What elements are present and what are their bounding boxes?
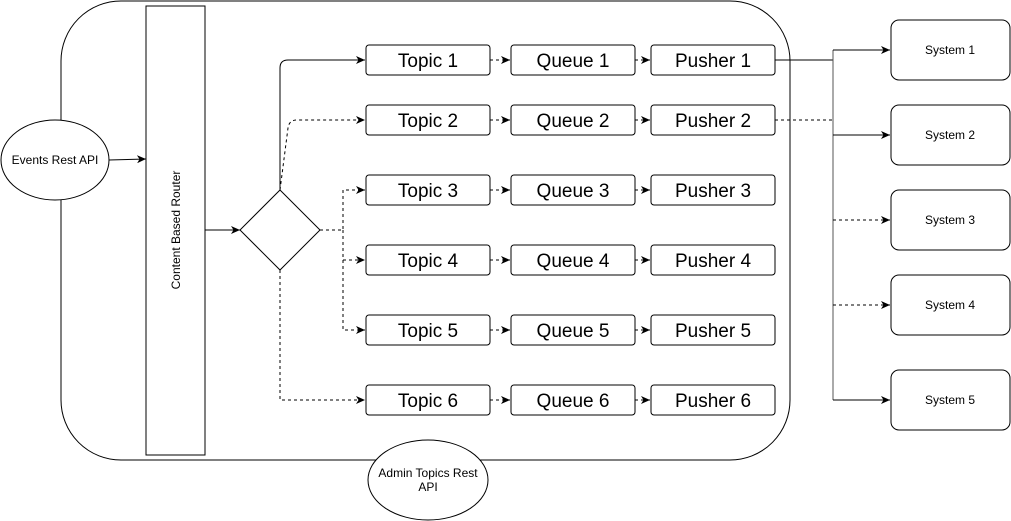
admin-api-label-line1: Admin Topics Rest <box>378 466 478 480</box>
topic-label: Topic 4 <box>398 251 459 272</box>
queue-label: Queue 6 <box>537 391 610 412</box>
pipeline-row-6: Topic 6 Queue 6 Pusher 6 <box>365 384 776 416</box>
queue-label: Queue 3 <box>537 181 610 202</box>
topic-label: Topic 3 <box>398 181 458 202</box>
queue-label: Queue 1 <box>537 51 610 72</box>
queue-label: Queue 4 <box>537 251 610 272</box>
pipeline-row-5: Topic 5 Queue 5 Pusher 5 <box>365 314 776 346</box>
route-topic-2 <box>279 116 365 191</box>
pusher-label: Pusher 3 <box>675 181 751 202</box>
admin-api-label-line2: API <box>418 480 437 494</box>
route-topic-6 <box>279 270 365 404</box>
system-1-label: System 1 <box>925 43 975 57</box>
pipeline-row-1: Topic 1 Queue 1 Pusher 1 <box>365 44 776 76</box>
pipeline-rows: Topic 1 Queue 1 Pusher 1 Topic 2 Queue 2… <box>365 44 776 416</box>
system-2-label: System 2 <box>925 128 975 142</box>
pusher-label: Pusher 5 <box>675 321 751 342</box>
topic-label: Topic 2 <box>398 111 458 132</box>
routing-decision[interactable] <box>239 189 321 271</box>
topic-label: Topic 5 <box>398 321 458 342</box>
system-3-label: System 3 <box>925 213 975 227</box>
router-label: Content Based Router <box>169 171 183 290</box>
route-topic-4 <box>342 230 365 264</box>
system-4-label: System 4 <box>925 298 975 312</box>
pusher-label: Pusher 4 <box>675 251 751 272</box>
topic-label: Topic 1 <box>398 51 458 72</box>
queue-label: Queue 5 <box>537 321 610 342</box>
route-topic-1 <box>279 56 365 190</box>
topic-label: Topic 6 <box>398 391 458 412</box>
route-topic-3 <box>320 186 365 231</box>
queue-label: Queue 2 <box>537 111 610 132</box>
system-5-label: System 5 <box>925 393 975 407</box>
pusher-label: Pusher 2 <box>675 111 751 132</box>
pipeline-row-3: Topic 3 Queue 3 Pusher 3 <box>365 174 776 206</box>
pipeline-row-4: Topic 4 Queue 4 Pusher 4 <box>365 244 776 276</box>
pusher-label: Pusher 6 <box>675 391 751 412</box>
pipeline-row-2: Topic 2 Queue 2 Pusher 2 <box>365 104 776 136</box>
pusher-label: Pusher 1 <box>675 51 751 72</box>
architecture-diagram: Content Based Router Events Rest API Top… <box>0 0 1011 521</box>
events-api-label: Events Rest API <box>12 153 99 167</box>
route-topic-5 <box>342 260 365 334</box>
events-to-router-arrow <box>108 155 147 164</box>
